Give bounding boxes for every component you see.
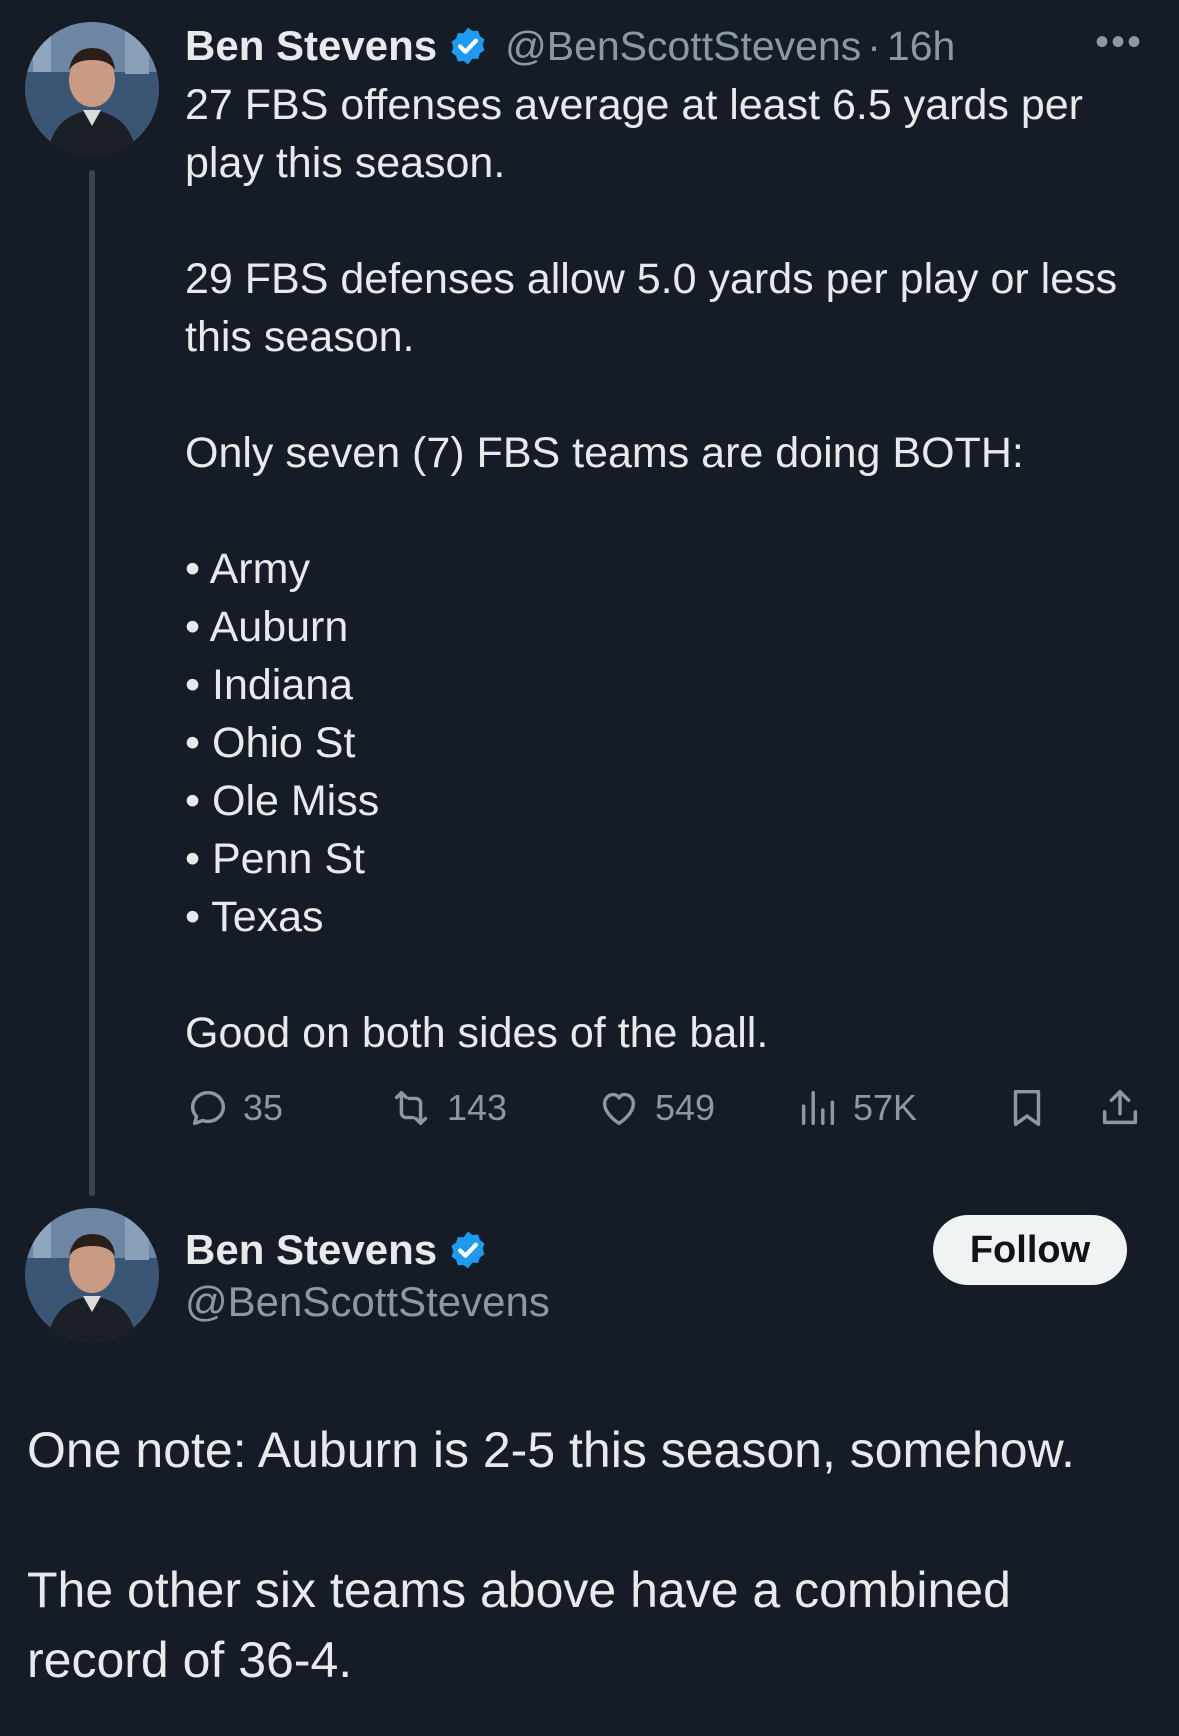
bookmark-icon xyxy=(1013,1089,1041,1127)
team-list-item: • Ohio St xyxy=(185,719,356,767)
author-avatar[interactable] xyxy=(25,22,159,156)
views-count: 57K xyxy=(853,1087,918,1128)
avatar-photo xyxy=(25,22,159,156)
thread-line xyxy=(89,170,95,1196)
reply-count: 35 xyxy=(243,1087,284,1128)
reply-body: One note: Auburn is 2-5 this season, som… xyxy=(27,1415,1157,1695)
follow-button[interactable]: Follow xyxy=(933,1215,1127,1285)
team-list-item: • Penn St xyxy=(185,835,365,883)
verified-badge-icon xyxy=(451,1231,485,1269)
verified-badge-icon xyxy=(451,27,485,65)
tweet-paragraph: 27 FBS offenses average at least 6.5 yar… xyxy=(185,81,1083,187)
reply-author-avatar[interactable] xyxy=(25,1208,159,1342)
separator-dot: · xyxy=(867,22,881,69)
more-options-icon[interactable]: ••• xyxy=(1095,20,1143,65)
team-list-item: • Army xyxy=(185,545,310,593)
tweet-body: 27 FBS offenses average at least 6.5 yar… xyxy=(185,76,1165,1062)
like-button[interactable]: 549 xyxy=(595,1080,715,1136)
reply-paragraph: One note: Auburn is 2-5 this season, som… xyxy=(27,1422,1075,1478)
reply-button[interactable]: 35 xyxy=(185,1080,283,1136)
bookmark-button[interactable] xyxy=(1004,1080,1062,1136)
reply-header: Ben Stevens xyxy=(185,1222,489,1278)
team-list-item: • Ole Miss xyxy=(185,777,380,825)
like-icon xyxy=(602,1092,636,1126)
views-icon xyxy=(801,1090,835,1126)
tweet-actions: 35 143 549 57K xyxy=(185,1080,1145,1136)
author-handle[interactable]: @BenScottStevens xyxy=(505,23,861,70)
retweet-icon xyxy=(394,1090,428,1126)
team-list-item: • Indiana xyxy=(185,661,354,709)
views-button[interactable]: 57K xyxy=(795,1080,917,1136)
tweet-paragraph: 29 FBS defenses allow 5.0 yards per play… xyxy=(185,255,1118,361)
tweet-header: Ben Stevens @BenScottStevens · 16h xyxy=(185,18,955,74)
author-display-name[interactable]: Ben Stevens xyxy=(185,22,437,70)
retweet-count: 143 xyxy=(447,1087,508,1128)
team-list-item: • Auburn xyxy=(185,603,349,651)
reply-paragraph: The other six teams above have a combine… xyxy=(27,1562,1011,1688)
retweet-button[interactable]: 143 xyxy=(387,1080,507,1136)
reply-author-handle[interactable]: @BenScottStevens xyxy=(185,1278,550,1326)
tweet-paragraph: Good on both sides of the ball. xyxy=(185,1009,769,1057)
team-list-item: • Texas xyxy=(185,893,324,941)
share-button[interactable] xyxy=(1097,1080,1155,1136)
reply-author-display-name[interactable]: Ben Stevens xyxy=(185,1226,437,1274)
like-count: 549 xyxy=(655,1087,716,1128)
reply-icon xyxy=(190,1090,226,1126)
avatar-photo xyxy=(25,1208,159,1342)
tweet-paragraph: Only seven (7) FBS teams are doing BOTH: xyxy=(185,429,1024,477)
share-icon xyxy=(1102,1089,1138,1125)
tweet-timestamp[interactable]: 16h xyxy=(887,23,955,70)
